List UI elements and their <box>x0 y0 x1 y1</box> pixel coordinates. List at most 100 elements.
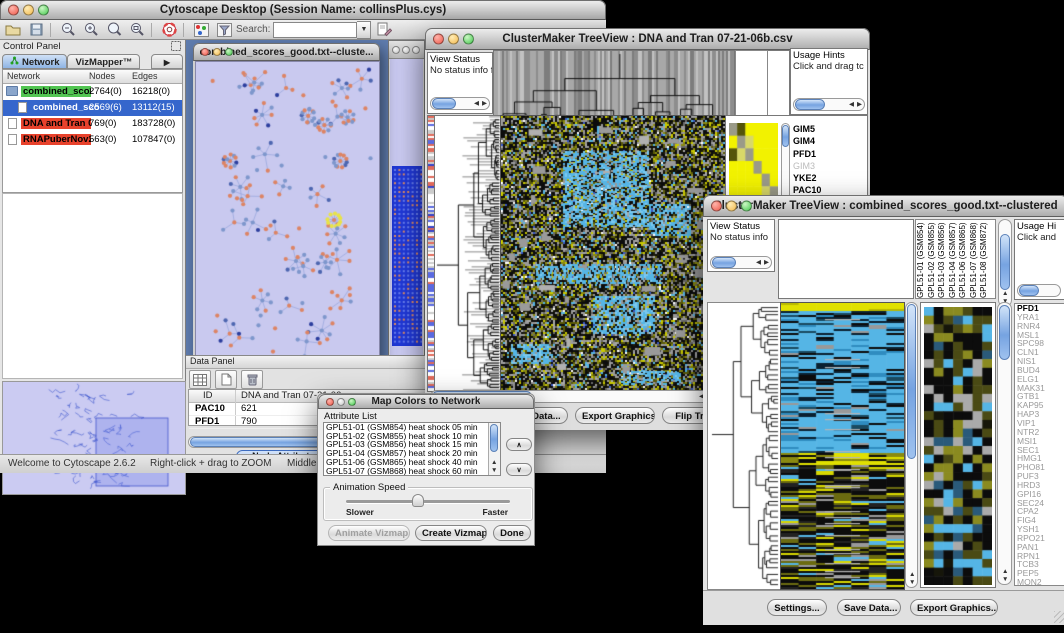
row-label[interactable]: GIM5 <box>793 123 821 135</box>
row-dendrogram-canvas[interactable] <box>434 115 501 392</box>
column-label[interactable]: GPL51-06 (GSM865) <box>958 220 969 298</box>
scroll-up-icon[interactable]: ▲ <box>1002 290 1008 297</box>
attribute-list-scrollbar[interactable]: ▲ ▼ <box>488 423 500 475</box>
scroll-left-icon[interactable]: ◀ <box>849 101 854 108</box>
column-labels-scrollbar[interactable]: ▲ ▼ <box>998 219 1012 307</box>
gene-label[interactable]: MON2 <box>1017 578 1064 586</box>
column-label[interactable]: GPL51-03 (GSM856) <box>937 220 948 298</box>
scroll-right-icon[interactable]: ▶ <box>482 100 487 107</box>
delete-attribute-icon[interactable] <box>241 370 263 389</box>
done-button[interactable]: Done <box>493 525 531 541</box>
minimize-button[interactable] <box>213 48 221 56</box>
scrollbar-thumb[interactable] <box>432 98 456 109</box>
row-label[interactable]: PFD1 <box>793 148 821 160</box>
expression-heatmap-canvas[interactable] <box>500 115 726 392</box>
column-label[interactable]: GPL51-08 (GSM872) <box>979 220 990 298</box>
zoom-fit-icon[interactable] <box>127 21 147 38</box>
more-tabs-button[interactable]: ▶ <box>151 54 183 69</box>
scroll-right-icon[interactable]: ▶ <box>857 101 862 108</box>
usage-hints-scrollbar[interactable]: ◀ ▶ <box>793 98 865 111</box>
network-tree-row[interactable]: combined_sco 2569(6) 13112(15) <box>3 100 182 116</box>
usage-hints-scrollbar[interactable] <box>1017 284 1061 297</box>
heatmap-vscrollbar[interactable]: ▲ ▼ <box>905 302 918 588</box>
tab-network[interactable]: Network <box>2 54 67 69</box>
close-button[interactable] <box>392 46 400 54</box>
row-label[interactable]: YKE2 <box>793 172 821 184</box>
scroll-up-icon[interactable]: ▲ <box>1002 568 1008 575</box>
similarity-mini-heatmap[interactable] <box>729 123 778 199</box>
view-status-scrollbar[interactable]: ◀ ▶ <box>430 97 490 110</box>
network-tree-row[interactable]: RNAPuberNov2+ 563(0) 107847(0) <box>3 132 182 148</box>
scrollbar-thumb[interactable] <box>712 257 736 268</box>
scroll-up-icon[interactable]: ▲ <box>491 459 497 466</box>
vizmapper-icon[interactable] <box>191 21 211 38</box>
scrollbar-thumb[interactable] <box>782 125 789 147</box>
zoom-button[interactable] <box>348 398 356 406</box>
birdseye-overview[interactable] <box>2 381 186 495</box>
scrollbar-thumb[interactable] <box>1019 285 1039 296</box>
id-column-header[interactable]: ID <box>203 390 213 401</box>
zoom-out-icon[interactable] <box>58 21 78 38</box>
close-button[interactable] <box>201 48 209 56</box>
col-header-network[interactable]: Network <box>7 71 40 81</box>
create-vizmap-button[interactable]: Create Vizmap <box>415 525 487 541</box>
close-button[interactable] <box>326 398 334 406</box>
minimize-button[interactable] <box>337 398 345 406</box>
treeview1-titlebar[interactable]: ClusterMaker TreeView : DNA and Tran 07-… <box>425 28 870 50</box>
tab-vizmapper[interactable]: VizMapper™ <box>67 54 140 69</box>
animate-vizmap-button[interactable]: Animate Vizmap <box>328 525 410 541</box>
scrollbar-thumb[interactable] <box>795 99 825 110</box>
network-tree-row[interactable]: DNA and Tran 07 769(0) 183728(0) <box>3 116 182 132</box>
minimize-button[interactable] <box>402 46 410 54</box>
zoom-button[interactable] <box>463 34 474 45</box>
export-graphics-button[interactable]: Export Graphics... <box>575 407 655 424</box>
zoom-button[interactable] <box>225 48 233 56</box>
zoom-button[interactable] <box>412 46 420 54</box>
select-attributes-icon[interactable] <box>189 370 211 389</box>
help-lifering-icon[interactable] <box>159 21 179 38</box>
column-label[interactable]: GPL51-02 (GSM855) <box>927 220 938 298</box>
col-header-nodes[interactable]: Nodes <box>89 71 115 81</box>
export-graphics-button[interactable]: Export Graphics... <box>910 599 998 616</box>
column-label[interactable]: GPL51-01 (GSM854) <box>916 220 927 298</box>
column-label[interactable]: GPL51-07 (GSM868) <box>969 220 980 298</box>
row-dendrogram-canvas[interactable] <box>707 302 781 590</box>
close-button[interactable] <box>433 34 444 45</box>
resize-grip[interactable] <box>1054 611 1064 623</box>
annotation-icon[interactable] <box>374 21 394 38</box>
close-button[interactable] <box>8 5 19 16</box>
open-icon[interactable] <box>3 21 23 38</box>
scroll-right-icon[interactable]: ▶ <box>764 259 769 266</box>
minimize-button[interactable] <box>726 201 737 212</box>
main-titlebar[interactable]: Cytoscape Desktop (Session Name: collins… <box>0 0 606 20</box>
dialog-titlebar[interactable]: Map Colors to Network <box>318 394 534 409</box>
minimize-button[interactable] <box>23 5 34 16</box>
scroll-down-icon[interactable]: ▼ <box>1002 576 1008 583</box>
close-button[interactable] <box>711 201 722 212</box>
scrollbar-thumb[interactable] <box>999 305 1010 360</box>
network-graph-canvas[interactable] <box>195 61 380 363</box>
search-input[interactable] <box>273 22 357 38</box>
view-status-scrollbar[interactable]: ◀ ▶ <box>710 256 772 269</box>
minimize-button[interactable] <box>448 34 459 45</box>
attribute-list-item[interactable]: GPL51-07 (GSM868) heat shock 60 min <box>324 467 500 476</box>
float-panel-icon[interactable] <box>171 41 181 54</box>
row-label[interactable]: GIM4 <box>793 135 821 147</box>
scroll-up-icon[interactable]: ▲ <box>909 571 915 578</box>
treeview2-titlebar[interactable]: ClusterMaker TreeView : combined_scores_… <box>703 195 1064 217</box>
scroll-left-icon[interactable]: ◀ <box>756 259 761 266</box>
zoom-button[interactable] <box>38 5 49 16</box>
speed-slider-thumb[interactable] <box>412 494 424 507</box>
row-label[interactable]: GIM3 <box>793 160 821 172</box>
settings-button[interactable]: Settings... <box>767 599 827 616</box>
network-window-titlebar[interactable]: combined_scores_good.txt--cluste... <box>193 43 380 61</box>
speed-slider-track[interactable] <box>346 500 510 503</box>
expression-heatmap-canvas[interactable] <box>780 302 905 590</box>
background-network-window[interactable] <box>388 40 425 363</box>
move-up-button[interactable]: ∧ <box>506 438 532 451</box>
selected-genes-heatmap[interactable] <box>924 307 992 585</box>
network-tree-row[interactable]: combined_scores 2764(0) 16218(0) <box>3 84 182 100</box>
move-down-button[interactable]: ∨ <box>506 463 532 476</box>
save-data-button[interactable]: Save Data... <box>837 599 901 616</box>
zoom-selected-icon[interactable] <box>104 21 124 38</box>
